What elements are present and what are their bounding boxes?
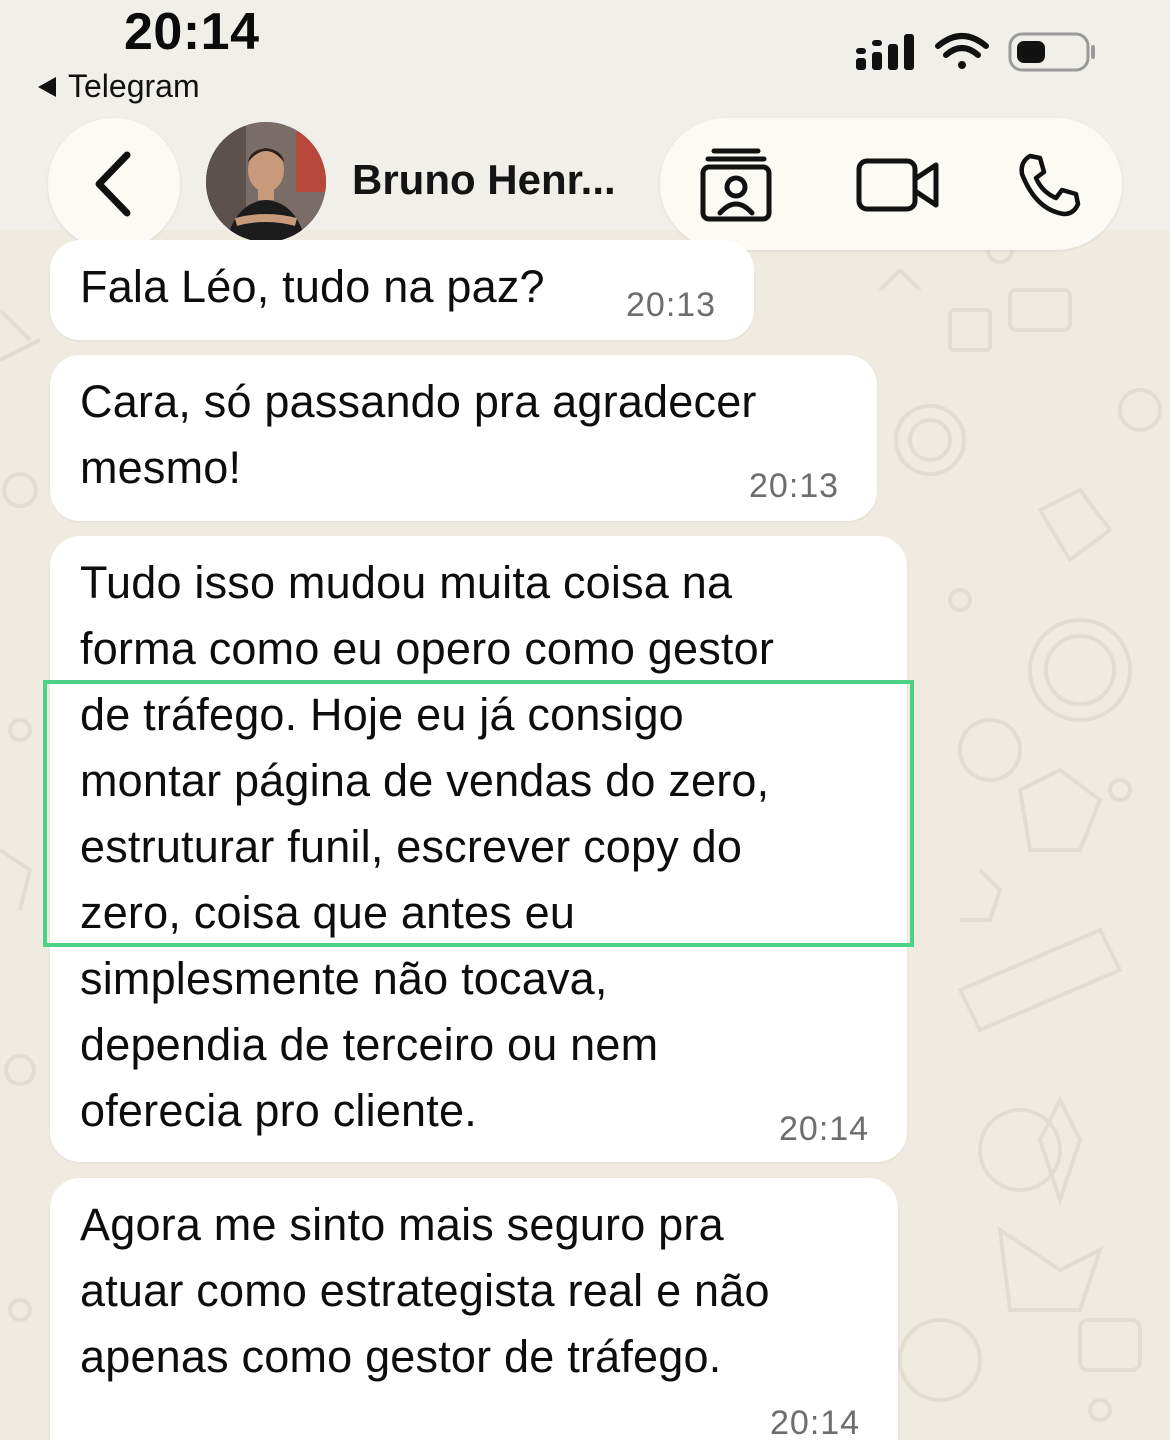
highlight-box: [43, 680, 914, 947]
contact-avatar[interactable]: [206, 122, 326, 242]
message-bubble[interactable]: Fala Léo, tudo na paz? 20:13: [50, 240, 754, 340]
message-line: simplesmente não tocava,: [80, 953, 608, 1004]
back-button[interactable]: [48, 118, 180, 250]
profile-card-button[interactable]: [691, 140, 781, 230]
message-line: dependia de terceiro ou nem: [80, 1019, 659, 1070]
message-time: 20:14: [770, 1404, 861, 1440]
chevron-left-icon: [95, 151, 131, 217]
status-time: 20:14: [124, 3, 260, 61]
contact-name[interactable]: Bruno Henr...: [352, 156, 616, 204]
message-text: Agora me sinto mais seguro pra atuar com…: [80, 1192, 770, 1390]
message-text: Cara, só passando pra agradecer mesmo!: [80, 369, 757, 501]
cellular-signal-icon: [856, 34, 914, 70]
message-line: Tudo isso mudou muita coisa na: [80, 557, 733, 608]
status-icons: [856, 32, 1095, 72]
message-line: apenas como gestor de tráfego.: [80, 1331, 722, 1382]
message-line: Cara, só passando pra agradecer: [80, 376, 757, 427]
message-time: 20:13: [626, 286, 717, 324]
back-app-label: Telegram: [68, 68, 200, 104]
back-to-app-link[interactable]: Telegram: [38, 68, 200, 105]
message-bubble[interactable]: Cara, só passando pra agradecer mesmo! 2…: [50, 355, 877, 521]
message-line: forma como eu opero como gestor: [80, 623, 775, 674]
message-time: 20:13: [749, 467, 840, 505]
profile-card-icon: [700, 148, 772, 222]
message-line: mesmo!: [80, 442, 242, 493]
message-bubble[interactable]: Agora me sinto mais seguro pra atuar com…: [50, 1178, 898, 1440]
message-text: Fala Léo, tudo na paz?: [80, 254, 545, 320]
phone-icon: [1019, 153, 1081, 217]
header-actions: [660, 118, 1122, 250]
wifi-icon: [935, 33, 989, 69]
message-line: Fala Léo, tudo na paz?: [80, 261, 545, 312]
message-line: atuar como estrategista real e não: [80, 1265, 770, 1316]
battery-icon: [1008, 32, 1095, 72]
video-camera-icon: [856, 158, 939, 212]
message-line: oferecia pro cliente.: [80, 1085, 477, 1136]
message-time: 20:14: [779, 1110, 870, 1148]
message-line: Agora me sinto mais seguro pra: [80, 1199, 724, 1250]
voice-call-button[interactable]: [1004, 140, 1094, 230]
back-triangle-icon: [38, 76, 56, 97]
video-call-button[interactable]: [853, 140, 943, 230]
